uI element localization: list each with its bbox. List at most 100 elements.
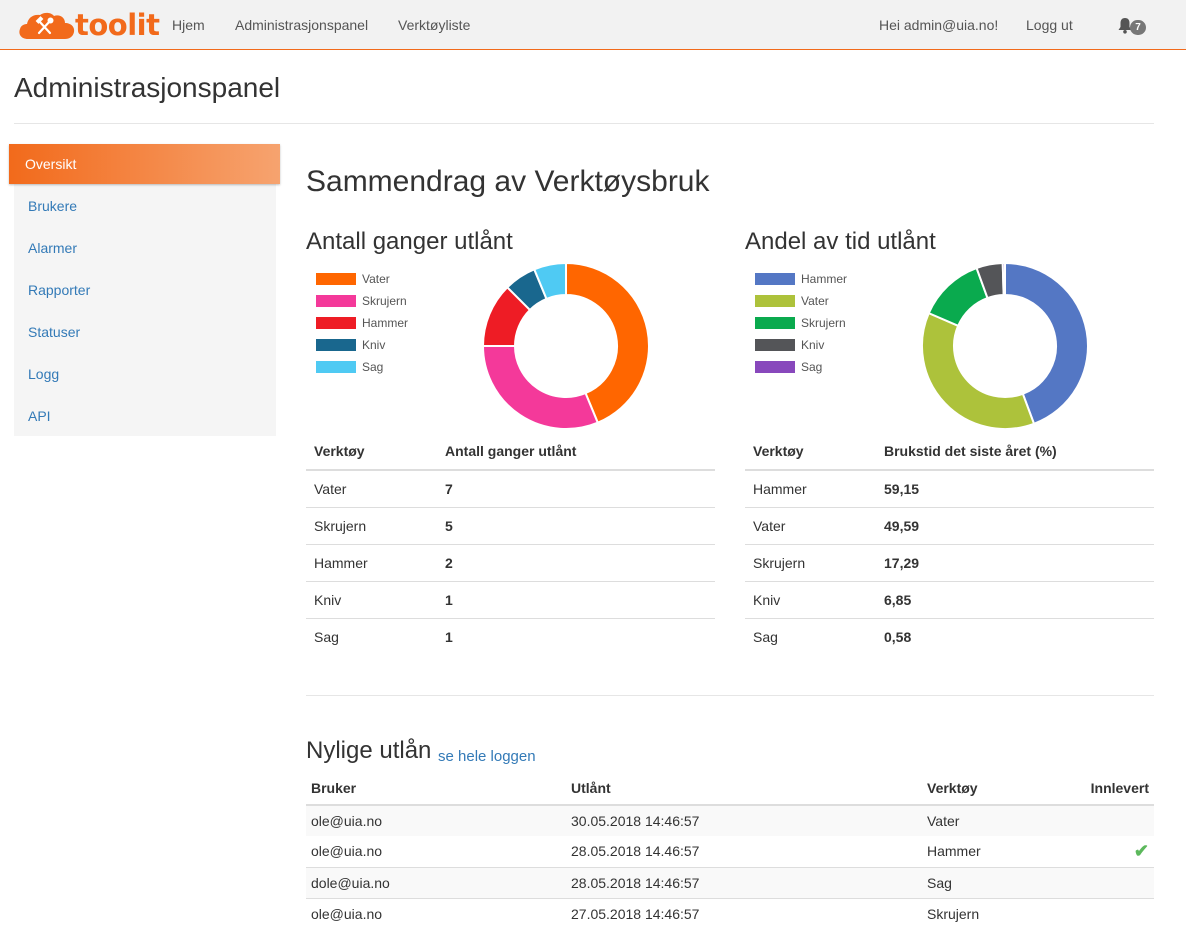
sidebar-item-oversikt[interactable]: Oversikt: [9, 144, 280, 184]
legend-label: Skrujern: [362, 294, 407, 308]
returned-cell: [1033, 866, 1154, 898]
donut-chart-usage: [921, 262, 1089, 430]
returned-cell: ✔: [1034, 836, 1154, 867]
divider: [306, 695, 1154, 696]
value-cell: 2: [437, 543, 715, 581]
legend-swatch: [316, 273, 356, 285]
tool-name-cell: Sag: [745, 617, 876, 655]
donut-slice-skrujern[interactable]: [482, 345, 600, 430]
table-row: Skrujern 17,29: [745, 543, 1154, 581]
legend-item-sag[interactable]: Sag: [755, 359, 895, 381]
column-header[interactable]: Bruker: [306, 772, 566, 806]
date-cell: 28.05.2018 14:46:57: [566, 866, 922, 898]
table-row[interactable]: ole@uia.no 28.05.2018 14.46:57 Hammer ✔: [306, 836, 1154, 867]
sidebar-item-alarmer[interactable]: Alarmer: [14, 227, 276, 269]
legend-item-vater[interactable]: Vater: [755, 293, 895, 315]
notifications-button[interactable]: 7: [1118, 17, 1150, 37]
donut-slice-sag[interactable]: [1001, 262, 1006, 297]
donut-slice-vater[interactable]: [921, 311, 1036, 430]
sidebar-item-statuser[interactable]: Statuser: [14, 311, 276, 353]
column-header: Verktøy: [306, 433, 437, 471]
legend-swatch: [316, 295, 356, 307]
table-row[interactable]: ole@uia.no 27.05.2018 14:46:57 Skrujern: [306, 897, 1154, 926]
loans-table: Verktøy Antall ganger utlånt Vater 7 Skrujer…: [306, 433, 715, 655]
user-greeting: Hei admin@uia.no!: [879, 17, 999, 33]
nav-admin-link[interactable]: Administrasjonspanel: [235, 17, 368, 33]
legend-label: Hammer: [362, 316, 409, 330]
usage-table: Verktøy Brukstid det siste året (%) Hammer…: [745, 433, 1154, 655]
legend-item-sag[interactable]: Sag: [316, 359, 456, 381]
tool-name-cell: Kniv: [306, 580, 437, 618]
legend-swatch: [755, 295, 795, 307]
checkmark-icon: ✔: [1133, 840, 1149, 861]
legend-item-skrujern[interactable]: Skrujern: [755, 315, 895, 337]
tool-cell: Sag: [922, 866, 1034, 898]
legend-label: Kniv: [362, 338, 386, 352]
table-row: Hammer 59,15: [745, 470, 1154, 507]
tool-name-cell: Hammer: [306, 543, 437, 581]
column-header: Brukstid det siste året (%): [876, 433, 1154, 471]
legend-label: Sag: [801, 360, 823, 374]
brand-name: toolit: [75, 8, 160, 42]
legend-label: Vater: [801, 294, 829, 308]
legend-label: Vater: [362, 272, 390, 286]
value-cell: 5: [437, 506, 715, 544]
table-row: Hammer 2: [306, 543, 715, 581]
legend-item-vater[interactable]: Vater: [316, 271, 456, 293]
table-row: Kniv 1: [306, 580, 715, 618]
page-title: Administrasjonspanel: [14, 72, 281, 103]
tool-cell: Skrujern: [922, 897, 1034, 926]
user-cell: dole@uia.no: [306, 866, 566, 898]
summary-title: Sammendrag av Verktøysbruk: [306, 165, 710, 198]
table-row: Sag 1: [306, 617, 715, 655]
table-row: Vater 49,59: [745, 506, 1154, 544]
donut-chart-loans: [482, 262, 650, 430]
chart-legend-usage: Hammer Vater Skrujern Kniv Sag: [755, 271, 895, 381]
brand-logo[interactable]: toolit: [18, 8, 160, 42]
nav-toollist-link[interactable]: Verktøyliste: [398, 17, 470, 33]
divider: [14, 123, 1154, 124]
logout-link[interactable]: Logg ut: [1026, 17, 1073, 33]
table-row[interactable]: dole@uia.no 28.05.2018 14:46:57 Sag: [306, 866, 1154, 898]
date-cell: 28.05.2018 14.46:57: [571, 843, 700, 860]
date-cell: 27.05.2018 14:46:57: [566, 897, 922, 926]
legend-swatch: [755, 317, 795, 329]
nav-home-link[interactable]: Hjem: [172, 17, 205, 33]
legend-item-hammer[interactable]: Hammer: [755, 271, 895, 293]
legend-item-hammer[interactable]: Hammer: [316, 315, 456, 337]
column-header[interactable]: Verktøy: [922, 772, 1034, 806]
sidebar-item-logg[interactable]: Logg: [14, 353, 276, 395]
table-header-row: Verktøy Brukstid det siste året (%): [745, 433, 1154, 471]
legend-item-kniv[interactable]: Kniv: [316, 337, 456, 359]
value-cell: 1: [437, 580, 715, 618]
tool-cell: Vater: [922, 804, 1034, 836]
table-row: Kniv 6,85: [745, 580, 1154, 618]
column-header[interactable]: Innlevert: [1033, 772, 1154, 806]
tools-cloud-icon: [19, 12, 75, 39]
sidebar-item-brukere[interactable]: Brukere: [14, 185, 276, 227]
legend-swatch: [755, 339, 795, 351]
value-cell: 0,58: [876, 617, 1154, 655]
value-cell: 6,85: [876, 580, 1154, 618]
legend-swatch: [316, 317, 356, 329]
column-header: Antall ganger utlånt: [437, 433, 715, 471]
user-cell: ole@uia.no: [306, 804, 566, 836]
see-full-log-link[interactable]: se hele loggen: [438, 748, 536, 766]
tool-name-cell: Hammer: [753, 480, 807, 497]
legend-swatch: [755, 273, 795, 285]
legend-label: Skrujern: [801, 316, 846, 330]
sidebar-item-rapporter[interactable]: Rapporter: [14, 269, 276, 311]
recent-loans-title: Nylige utlån: [306, 737, 432, 764]
legend-item-skrujern[interactable]: Skrujern: [316, 293, 456, 315]
returned-cell: [1033, 804, 1154, 836]
tool-cell: Hammer: [927, 843, 981, 860]
legend-label: Sag: [362, 360, 384, 374]
tool-name-cell: Sag: [306, 617, 437, 655]
table-row[interactable]: ole@uia.no 30.05.2018 14:46:57 Vater: [306, 804, 1154, 836]
sidebar: Oversikt Brukere Alarmer Rapporter Statu…: [9, 144, 280, 437]
chart-title-loans: Antall ganger utlånt: [306, 228, 513, 255]
legend-label: Hammer: [801, 272, 848, 286]
column-header[interactable]: Utlånt: [566, 772, 922, 806]
legend-item-kniv[interactable]: Kniv: [755, 337, 895, 359]
sidebar-item-api[interactable]: API: [14, 395, 276, 437]
